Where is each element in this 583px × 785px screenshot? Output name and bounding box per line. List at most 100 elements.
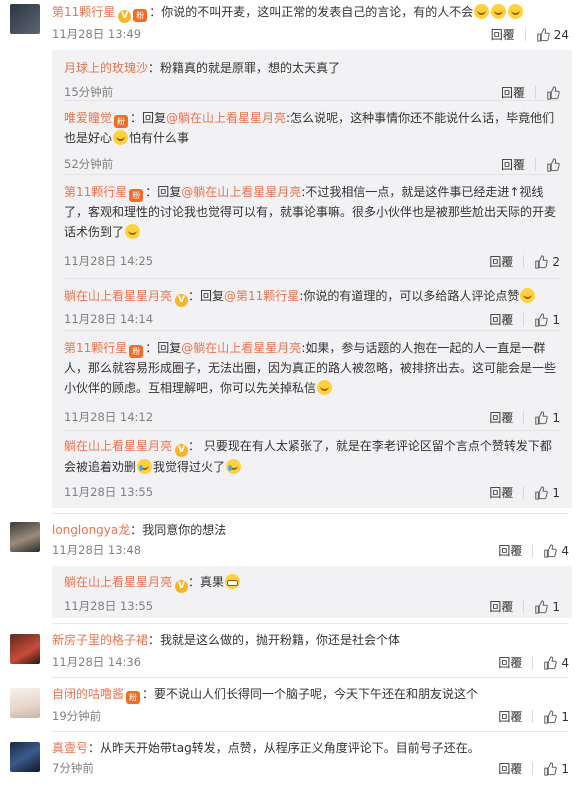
- reply-button[interactable]: 回覆: [498, 760, 522, 777]
- divider: [535, 158, 536, 171]
- reply-button[interactable]: 回覆: [489, 598, 513, 615]
- timestamp: 11月28日 13:55: [64, 599, 154, 613]
- reply-actions: 回覆 1: [489, 598, 560, 615]
- username[interactable]: 真壹号: [52, 741, 88, 755]
- reply-meta: 11月28日 13:55 回覆 1: [64, 598, 560, 616]
- username[interactable]: 躺在山上看星星月亮: [64, 439, 172, 453]
- verified-badge-icon: V: [175, 580, 189, 593]
- divider: [523, 486, 525, 499]
- username[interactable]: 自闭的咕噜酱: [52, 687, 124, 701]
- cry-emoji-icon: [226, 459, 242, 474]
- like-count: 1: [552, 312, 560, 327]
- like-count: 4: [561, 655, 569, 670]
- mention-link[interactable]: @躺在山上看星星月亮: [166, 111, 286, 125]
- username[interactable]: 躺在山上看星星月亮: [64, 289, 172, 303]
- reply-text: 躺在山上看星星月亮 V ：真果: [64, 572, 560, 593]
- like-count: 24: [553, 27, 569, 42]
- like-button[interactable]: 2: [534, 255, 560, 269]
- like-button[interactable]: 4: [543, 544, 569, 558]
- reply-button[interactable]: 回覆: [489, 409, 513, 426]
- reply-thread: 月球上的玫瑰沙：粉籍真的就是原罪，想的太天真了 15分钟前 回覆 唯爱瞳觉粉：回…: [52, 50, 572, 508]
- comment-text: 真壹号：从昨天开始带tag转发，点赞，从程序正义角度评论下。目前号子还在。: [52, 741, 480, 755]
- reply-item: 躺在山上看星星月亮 V ：真果 11月28日 13:55 回覆 1: [52, 572, 572, 616]
- thumb-up-icon: [544, 709, 558, 724]
- fan-badge-icon: 粉: [126, 691, 141, 704]
- mention-link[interactable]: @躺在山上看星星月亮: [181, 341, 301, 355]
- thumb-up-icon: [535, 312, 549, 327]
- verified-badge-icon: V: [175, 294, 189, 307]
- username[interactable]: 躺在山上看星星月亮: [64, 575, 172, 589]
- reply-button[interactable]: 回覆: [489, 484, 513, 501]
- laugh-emoji-icon: [491, 4, 507, 19]
- comment-meta: 11月28日 13:48 回覆 4: [52, 542, 569, 560]
- like-button[interactable]: 1: [534, 411, 560, 425]
- avatar[interactable]: [10, 688, 40, 718]
- thumb-up-icon: [535, 410, 549, 425]
- divider: [524, 28, 526, 41]
- divider: [64, 100, 560, 101]
- divider: [52, 623, 569, 624]
- like-button[interactable]: [546, 85, 560, 100]
- divider: [64, 330, 560, 331]
- thumb-up-icon: [547, 85, 560, 100]
- thumb-up-icon: [544, 543, 558, 558]
- divider: [64, 278, 560, 279]
- like-button[interactable]: 1: [543, 762, 569, 776]
- username[interactable]: 唯爱瞳觉: [64, 111, 112, 125]
- divider: [52, 677, 569, 678]
- reply-button[interactable]: 回覆: [498, 708, 522, 725]
- username[interactable]: 第11颗行星: [64, 341, 127, 355]
- like-button[interactable]: 1: [534, 313, 560, 327]
- avatar[interactable]: [10, 634, 40, 664]
- like-button[interactable]: 24: [536, 28, 569, 42]
- username[interactable]: 新房子里的格子裙: [52, 633, 148, 647]
- reply-text: 唯爱瞳觉粉：回复@躺在山上看星星月亮:怎么说呢，这种事情你还不能说什么话，毕竟他…: [64, 111, 555, 145]
- thumb-up-icon: [535, 485, 549, 500]
- reply-button[interactable]: 回覆: [501, 84, 525, 101]
- timestamp: 11月28日 14:25: [64, 254, 154, 268]
- mention-link[interactable]: @第11颗行星: [224, 289, 299, 303]
- avatar[interactable]: [10, 4, 40, 34]
- avatar[interactable]: [10, 522, 40, 552]
- avatar[interactable]: [10, 742, 40, 772]
- comment-text: longlongya龙：我同意你的想法: [52, 523, 227, 537]
- comment-meta: 11月28日 14:36 回覆 4: [52, 654, 569, 672]
- like-button[interactable]: 1: [534, 600, 560, 614]
- like-button[interactable]: 4: [543, 656, 569, 670]
- comment-3: 新房子里的格子裙：我就是这么做的，抛开粉籍，你还是社会个体 11月28日 14:…: [0, 628, 583, 676]
- username[interactable]: 第11颗行星: [64, 185, 127, 199]
- reply-button[interactable]: 回覆: [489, 253, 513, 270]
- comment-actions: 回覆 1: [498, 760, 569, 777]
- like-count: 1: [552, 599, 560, 614]
- reply-text: 躺在山上看星星月亮 V： 只要现在有人太紧张了，就是在李老评论区留个言点个赞转发下…: [64, 439, 552, 474]
- divider: [532, 762, 534, 775]
- reply-actions: 回覆 1: [489, 484, 560, 501]
- reply-button[interactable]: 回覆: [498, 542, 522, 559]
- username[interactable]: 月球上的玫瑰沙: [64, 61, 148, 75]
- reply-thread: 躺在山上看星星月亮 V ：真果 11月28日 13:55 回覆 1: [52, 566, 572, 618]
- like-count: 1: [552, 410, 560, 425]
- timestamp: 52分钟前: [64, 157, 114, 171]
- comment-text: 自闭的咕噜酱粉：要不说山人们长得同一个脑子呢，今天下午还在和朋友说这个: [52, 687, 479, 704]
- divider: [523, 600, 525, 613]
- reply-button[interactable]: 回覆: [489, 311, 513, 328]
- like-button[interactable]: 1: [543, 710, 569, 724]
- reply-button[interactable]: 回覆: [498, 654, 522, 671]
- thumb-up-icon: [535, 254, 549, 269]
- verified-badge-icon: V: [118, 10, 132, 23]
- username[interactable]: longlongya龙: [52, 523, 130, 537]
- laugh-emoji-icon: [317, 380, 333, 395]
- username[interactable]: 第11颗行星: [52, 5, 115, 19]
- mention-link[interactable]: @躺在山上看星星月亮: [181, 185, 301, 199]
- reply-text: 月球上的玫瑰沙：粉籍真的就是原罪，想的太天真了: [64, 61, 341, 75]
- reply-item: 唯爱瞳觉粉：回复@躺在山上看星星月亮:怎么说呢，这种事情你还不能说什么话，毕竟他…: [52, 108, 572, 174]
- fan-badge-icon: 粉: [129, 189, 144, 202]
- fan-badge-icon: 粉: [129, 345, 144, 358]
- reply-button[interactable]: 回覆: [501, 156, 525, 173]
- divider: [535, 86, 536, 99]
- like-button[interactable]: [546, 157, 560, 172]
- like-button[interactable]: 1: [534, 486, 560, 500]
- reply-button[interactable]: 回覆: [491, 26, 515, 43]
- thumb-up-icon: [544, 761, 558, 776]
- thumb-up-icon: [535, 599, 549, 614]
